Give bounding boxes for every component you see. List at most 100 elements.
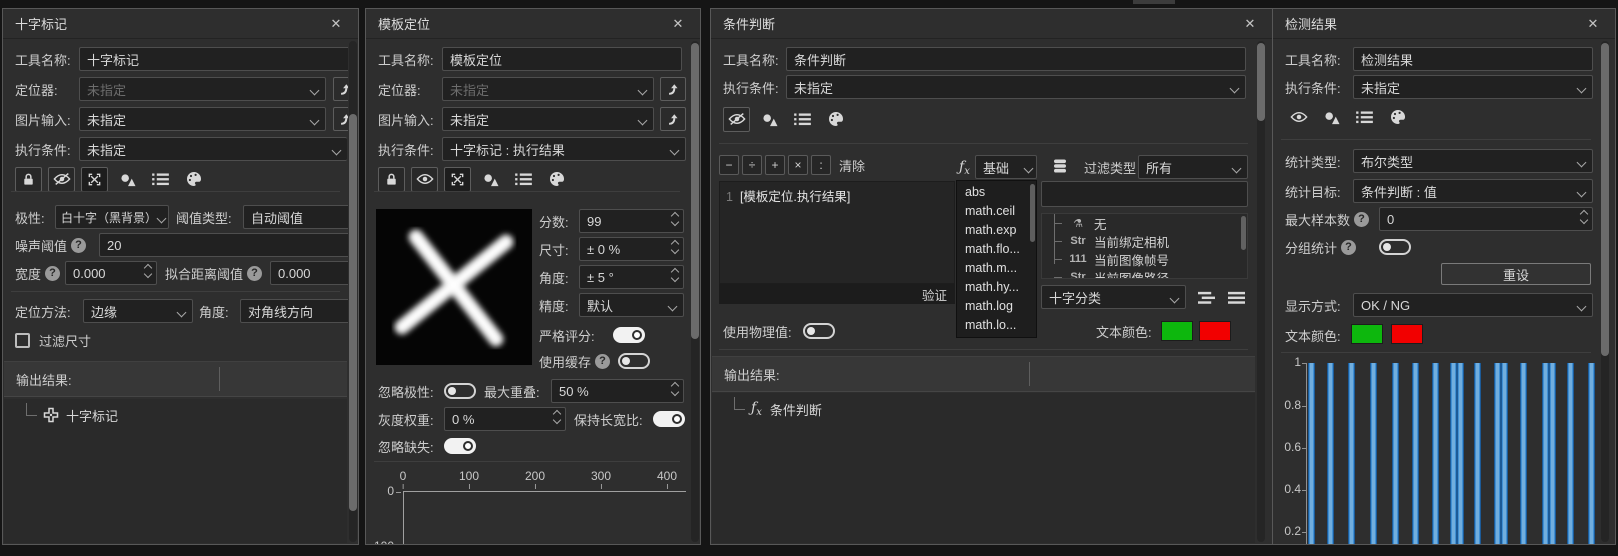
scrollbar-thumb[interactable] (1601, 43, 1609, 356)
list-button[interactable] (510, 167, 537, 192)
image-input-dropdown[interactable]: 未指定 (79, 107, 326, 131)
spinner[interactable] (670, 381, 680, 397)
exec-condition-dropdown[interactable]: 未指定 (786, 75, 1246, 99)
vertical-scrollbar[interactable] (1257, 41, 1265, 542)
angle-dropdown[interactable]: 对角线方向 (240, 299, 348, 323)
function-list-item[interactable]: math.flo... (957, 240, 1036, 259)
validate-button[interactable]: 验证 (922, 285, 947, 304)
filter-type-dropdown[interactable]: 所有 (1138, 155, 1248, 179)
link-up-button[interactable] (333, 107, 348, 131)
link-up-button[interactable] (660, 107, 686, 131)
visibility-on-button[interactable] (1285, 105, 1312, 130)
fit-distance-input[interactable]: 0.000 (270, 261, 348, 285)
chart-bar[interactable] (1494, 363, 1501, 544)
output-header-divider[interactable] (219, 367, 220, 391)
variable-tree-item[interactable]: Str 当前绑定相机 (1042, 232, 1247, 250)
use-cache-toggle[interactable] (618, 353, 650, 369)
vertical-scrollbar[interactable] (1601, 41, 1609, 542)
size-input[interactable]: ± 0 % (579, 237, 684, 261)
chart-bar[interactable] (1588, 363, 1595, 544)
score-input[interactable]: 99 (579, 209, 684, 233)
operator-button[interactable]: : (811, 155, 831, 175)
spinner[interactable] (552, 409, 562, 425)
palette-button[interactable] (180, 167, 207, 192)
vertical-scrollbar[interactable] (349, 41, 357, 542)
group-stat-toggle[interactable] (1379, 239, 1411, 255)
locate-method-dropdown[interactable]: 边缘 (83, 299, 193, 323)
exec-condition-dropdown[interactable]: 未指定 (1353, 75, 1593, 99)
flat-view-button[interactable] (1223, 285, 1250, 310)
operator-button[interactable]: × (788, 155, 808, 175)
link-up-button[interactable] (660, 77, 686, 101)
chart-bar[interactable] (1392, 363, 1399, 544)
panel-result-titlebar[interactable]: 检测结果 ✕ (1273, 9, 1615, 39)
palette-button[interactable] (1384, 105, 1411, 130)
visibility-off-button[interactable] (48, 166, 75, 192)
variable-search-box[interactable] (1041, 181, 1248, 207)
strict-score-toggle[interactable] (613, 327, 645, 343)
scrollbar-thumb[interactable] (1257, 43, 1265, 121)
ok-color-swatch[interactable] (1161, 321, 1193, 341)
chart-bar[interactable] (1542, 363, 1549, 544)
output-header-divider[interactable] (1029, 362, 1030, 386)
spinner[interactable] (670, 211, 680, 227)
output-tree-item[interactable]: ƒx 条件判断 (734, 396, 822, 419)
template-image[interactable] (376, 209, 532, 365)
help-icon[interactable]: ? (45, 265, 61, 281)
shapes-button[interactable] (114, 167, 141, 192)
function-list-item[interactable]: math.m... (957, 259, 1036, 278)
stat-target-dropdown[interactable]: 条件判断 : 值 (1353, 179, 1593, 203)
function-list-item[interactable]: abs (957, 183, 1036, 202)
function-list-item[interactable]: math.log (957, 297, 1036, 316)
scrollbar-thumb[interactable] (1241, 216, 1246, 250)
class-dropdown[interactable]: 十字分类 (1041, 285, 1186, 309)
panel-cross-mark-titlebar[interactable]: 十字标记 ✕ (3, 9, 358, 39)
help-icon[interactable]: ? (595, 353, 611, 369)
spinner[interactable] (1579, 209, 1589, 225)
help-icon[interactable]: ? (1341, 239, 1357, 255)
help-icon[interactable]: ? (71, 237, 87, 253)
shapes-button[interactable] (756, 107, 783, 132)
scrollbar-thumb[interactable] (1030, 184, 1035, 242)
spinner[interactable] (670, 239, 680, 255)
operator-button[interactable]: − (719, 155, 739, 175)
ignore-missing-toggle[interactable] (444, 438, 476, 454)
panel-template-locate-titlebar[interactable]: 模板定位 ✕ (366, 9, 700, 39)
variable-db-icon[interactable] (1046, 153, 1073, 178)
fit-view-button[interactable] (444, 166, 471, 192)
keep-aspect-toggle[interactable] (653, 411, 685, 427)
variable-tree-item[interactable]: Str 当前图像路径 (1042, 268, 1247, 278)
ignore-polarity-toggle[interactable] (444, 383, 476, 399)
chart-bar[interactable] (1348, 363, 1355, 544)
function-list-item[interactable]: math.ceil (957, 202, 1036, 221)
spinner[interactable] (143, 263, 153, 279)
palette-button[interactable] (822, 107, 849, 132)
ng-color-swatch[interactable] (1391, 324, 1423, 344)
chart-bar[interactable] (1412, 363, 1419, 544)
chart-bar[interactable] (1308, 363, 1315, 544)
exec-condition-dropdown[interactable]: 未指定 (79, 137, 347, 161)
expression-editor[interactable]: 1 [模板定位.执行结果] (719, 181, 955, 284)
close-icon[interactable]: ✕ (668, 14, 688, 34)
scrollbar-thumb[interactable] (349, 114, 357, 511)
fit-view-button[interactable] (81, 166, 108, 192)
threshold-type-dropdown[interactable]: 自动阈值 (243, 205, 348, 229)
shapes-button[interactable] (477, 167, 504, 192)
operator-button[interactable]: + (765, 155, 785, 175)
visibility-on-button[interactable] (411, 166, 438, 192)
lock-button[interactable] (378, 166, 405, 192)
precision-dropdown[interactable]: 默认 (579, 293, 684, 317)
tool-name-input[interactable]: 检测结果 (1353, 47, 1593, 71)
chart-bar[interactable] (1549, 363, 1556, 544)
tool-name-input[interactable]: 条件判断 (786, 47, 1246, 71)
panel-condition-titlebar[interactable]: 条件判断 ✕ (711, 9, 1272, 39)
list-button[interactable] (789, 107, 816, 132)
close-icon[interactable]: ✕ (1583, 14, 1603, 34)
display-mode-dropdown[interactable]: OK / NG (1353, 293, 1593, 317)
chart-bar[interactable] (1432, 363, 1439, 544)
noise-threshold-input[interactable]: 20 (99, 233, 348, 257)
chart-bar[interactable] (1520, 363, 1527, 544)
function-category-dropdown[interactable]: 基础 (975, 155, 1037, 179)
polarity-dropdown[interactable]: 白十字（黑背景） (55, 205, 169, 229)
shapes-button[interactable] (1318, 105, 1345, 130)
